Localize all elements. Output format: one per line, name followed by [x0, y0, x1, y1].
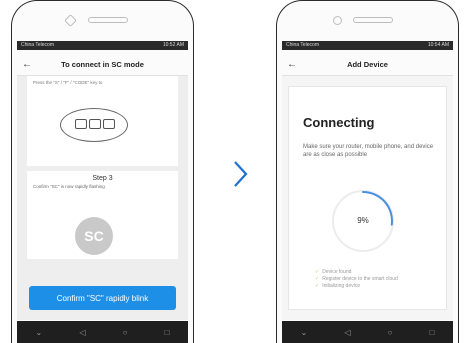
device-illustration	[60, 108, 128, 142]
back-arrow-icon[interactable]: ←	[282, 59, 302, 70]
check-icon: ✓	[315, 283, 320, 289]
content-area: Press the "S" / "F" / "CODE" key to Step…	[17, 76, 188, 320]
hint-text: Press the "S" / "F" / "CODE" key to	[33, 80, 103, 85]
status-bar: China Telecom 10:52 AM	[17, 41, 188, 50]
header: ← To connect in SC mode	[17, 53, 188, 76]
device-card: Press the "S" / "F" / "CODE" key to	[27, 76, 178, 166]
content-area: Connecting Make sure your router, mobile…	[282, 76, 453, 320]
chevron-right-icon	[234, 161, 248, 187]
header: ← Add Device	[282, 53, 453, 76]
led-icon	[103, 119, 115, 129]
phone-add-device: China Telecom 10:54 AM ← Add Device Conn…	[276, 0, 459, 343]
progress-ring: 9%	[332, 190, 394, 252]
sensor-icon	[64, 14, 77, 27]
confirm-button[interactable]: Confirm "SC" rapidly blink	[29, 286, 176, 310]
nav-recents-icon[interactable]: □	[430, 328, 435, 337]
nav-home-icon[interactable]: ○	[388, 328, 393, 337]
step-label: Step 3	[92, 175, 113, 182]
connecting-heading: Connecting	[303, 115, 375, 130]
status-bar: China Telecom 10:54 AM	[282, 41, 453, 50]
connecting-card: Connecting Make sure your router, mobile…	[288, 86, 447, 310]
checklist-item: ✓ Initializing device	[315, 283, 398, 290]
nav-home-icon[interactable]: ○	[123, 328, 128, 337]
sc-icon: SC	[75, 217, 113, 255]
page-title: To connect in SC mode	[61, 59, 144, 69]
carrier-text: China Telecom	[21, 42, 54, 48]
nav-bar: ⌄ ◁ ○ □	[282, 321, 453, 343]
checklist: ✓ Device found ✓ Register device to the sm…	[315, 269, 398, 290]
led-icon	[75, 119, 87, 129]
checklist-item-label: Device found	[322, 269, 352, 275]
step-card: Step 3 Confirm "SC" is now rapidly flash…	[27, 171, 178, 259]
checklist-item: ✓ Device found	[315, 269, 398, 276]
time-text: 10:54 AM	[427, 42, 449, 48]
carrier-text: China Telecom	[286, 42, 319, 48]
connecting-description: Make sure your router, mobile phone, and…	[303, 144, 434, 158]
time-text: 10:52 AM	[162, 42, 184, 48]
camera-icon	[333, 16, 342, 25]
checklist-item-label: Register device to the smart cloud	[322, 276, 398, 282]
speaker-slot	[88, 17, 128, 23]
nav-bar: ⌄ ◁ ○ □	[17, 321, 188, 343]
checklist-item: ✓ Register device to the smart cloud	[315, 276, 398, 283]
nav-recents-icon[interactable]: □	[165, 328, 170, 337]
phone-top	[277, 1, 458, 39]
check-icon: ✓	[315, 269, 320, 275]
back-arrow-icon[interactable]: ←	[17, 59, 37, 70]
progress-percent: 9%	[357, 216, 369, 225]
nav-back-icon[interactable]: ◁	[79, 328, 85, 337]
nav-back-icon[interactable]: ◁	[344, 328, 350, 337]
led-icon	[89, 119, 101, 129]
nav-menu-icon[interactable]: ⌄	[36, 328, 43, 337]
check-icon: ✓	[315, 276, 320, 282]
nav-menu-icon[interactable]: ⌄	[301, 328, 308, 337]
phone-top	[12, 1, 193, 39]
confirm-instruction: Confirm "SC" is now rapidly flashing	[33, 184, 105, 189]
phone-sc-mode: China Telecom 10:52 AM ← To connect in S…	[11, 0, 194, 343]
speaker-slot	[353, 17, 393, 23]
page-title: Add Device	[347, 59, 388, 69]
checklist-item-label: Initializing device	[322, 283, 361, 289]
